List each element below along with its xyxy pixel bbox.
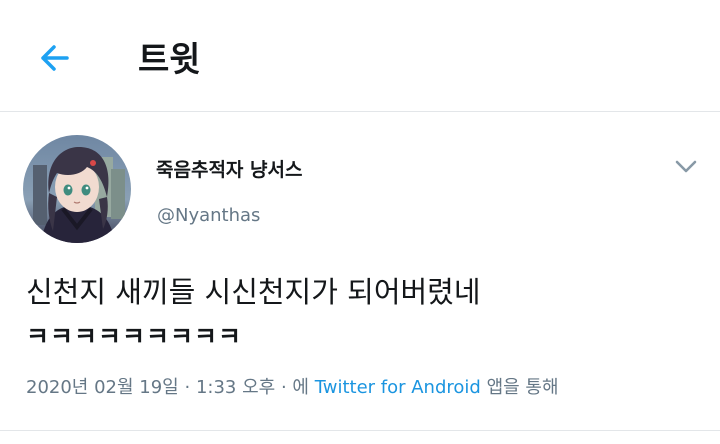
source-prefix: 에 — [292, 377, 309, 398]
chevron-down-icon — [675, 160, 697, 173]
tweet-metadata: 2020년 02월 19일 · 1:33 오후 · 에 Twitter for … — [26, 374, 559, 402]
tweet-date: 2020년 02월 19일 — [26, 377, 179, 398]
divider — [0, 430, 720, 431]
meta-separator: · — [280, 377, 287, 398]
tweet-options-button[interactable] — [670, 152, 702, 180]
top-app-bar: 트윗 — [0, 0, 720, 112]
meta-separator: · — [184, 377, 191, 398]
back-button[interactable] — [36, 38, 76, 78]
tweet-text-line-1: 신천지 새끼들 시신천지가 되어버렸네 — [26, 275, 481, 309]
tweet-text: 신천지 새끼들 시신천지가 되어버렸네 ㅋㅋㅋㅋㅋㅋㅋㅋㅋ — [26, 272, 706, 356]
tweet-text-line-2: ㅋㅋㅋㅋㅋㅋㅋㅋㅋ — [26, 322, 243, 351]
avatar[interactable] — [23, 135, 131, 243]
source-suffix: 앱을 통해 — [486, 377, 559, 398]
author-display-name[interactable]: 죽음추적자 냥서스 — [156, 157, 302, 183]
arrow-left-icon — [41, 45, 69, 71]
author-username[interactable]: @Nyanthas — [157, 203, 260, 229]
tweet-time: 1:33 오후 — [195, 377, 276, 398]
page-title: 트윗 — [138, 40, 201, 80]
source-app-link[interactable]: Twitter for Android — [315, 377, 481, 398]
